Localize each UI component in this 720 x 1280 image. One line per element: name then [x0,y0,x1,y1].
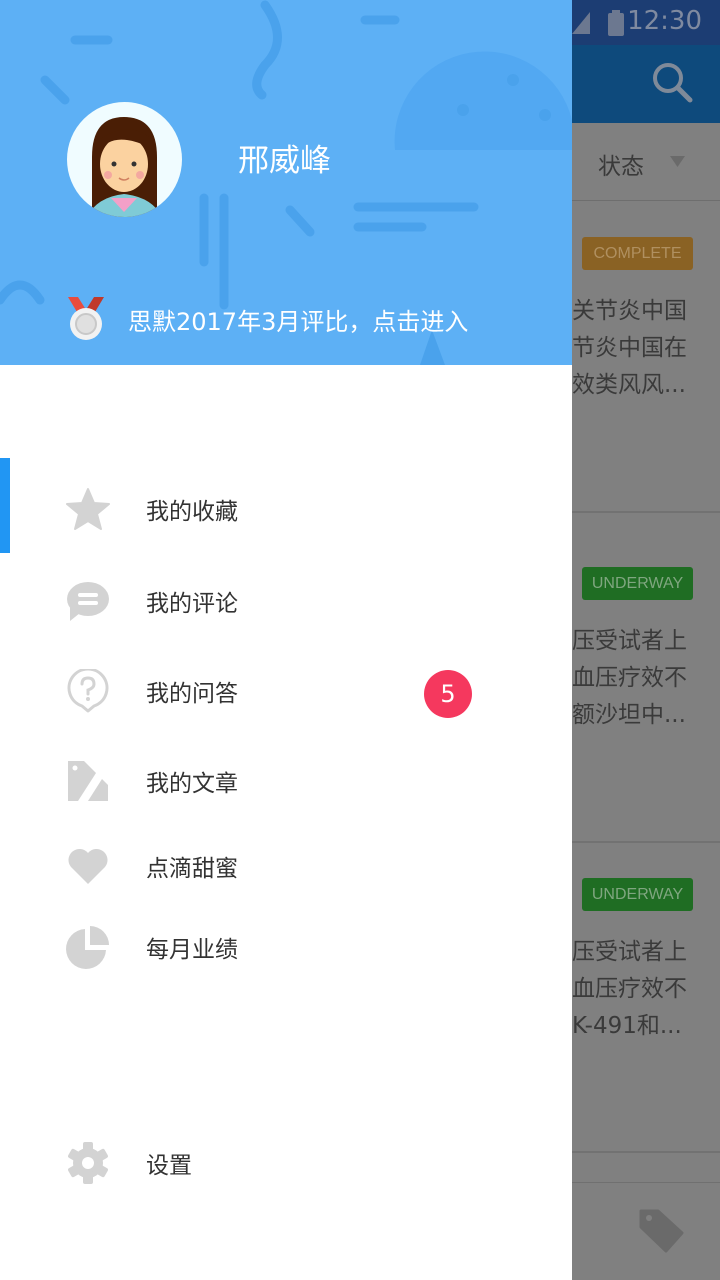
award-link[interactable]: 思默2017年3月评比，点击进入 [128,302,468,337]
card-text: 额沙坦中... [572,702,686,728]
card-text: 关节炎中国 [572,298,687,324]
gear-icon [68,1142,108,1184]
card-text: 节炎中国在 [572,335,687,361]
status-badge: UNDERWAY [582,878,693,911]
menu-item-settings[interactable]: 设置 [0,1123,572,1203]
card-text: K-491和... [572,1013,682,1039]
user-name[interactable]: 邢威峰 [238,135,331,180]
user-avatar-image [87,117,162,217]
menu-item-label: 设置 [146,1153,192,1179]
card-text: 血压疗效不 [572,665,687,691]
comment-icon [67,582,109,621]
status-badge: UNDERWAY [582,567,693,600]
signal-icon [572,12,590,34]
card-text: 效类风风... [572,372,686,398]
medal-icon [68,297,104,340]
menu-item-favorites[interactable]: 我的收藏 [0,469,572,549]
battery-icon [608,10,624,36]
menu-item-label: 点滴甜蜜 [146,856,238,882]
notification-badge: 5 [424,670,472,718]
menu-item-comments[interactable]: 我的评论 [0,561,572,641]
menu-item-qa[interactable]: 我的问答 [0,651,572,731]
status-badge: COMPLETE [582,237,693,270]
pie-chart-icon [66,926,109,969]
menu-item-label: 每月业绩 [146,937,238,963]
menu-item-articles[interactable]: 我的文章 [0,741,572,821]
menu-item-label: 我的收藏 [146,499,238,525]
status-time: 12:30 [627,6,702,36]
navigation-drawer: 邢威峰 思默2017年3月评比，点击进入 我的收藏 我的评论 我的问答 5 我的… [0,0,572,1280]
card-text: 压受试者上 [572,628,687,654]
card-text: 血压疗效不 [572,976,687,1002]
drawer-header: 邢威峰 思默2017年3月评比，点击进入 [0,0,572,365]
card-text: 压受试者上 [572,939,687,965]
status-filter[interactable]: 状态 [598,147,644,181]
question-icon [67,669,109,713]
menu-item-label: 我的问答 [146,681,238,707]
dropdown-arrow-icon [670,156,685,167]
menu-item-label: 我的文章 [146,771,238,797]
bottom-bar [572,1182,720,1280]
article-icon [68,761,108,801]
tag-icon[interactable] [638,1207,686,1255]
menu-item-monthly-performance[interactable]: 每月业绩 [0,907,572,987]
heart-icon [68,848,108,884]
menu-item-sweet-moments[interactable]: 点滴甜蜜 [0,826,572,906]
star-icon [66,488,110,530]
search-icon[interactable] [650,60,694,104]
avatar[interactable] [67,102,182,217]
menu-item-label: 我的评论 [146,591,238,617]
